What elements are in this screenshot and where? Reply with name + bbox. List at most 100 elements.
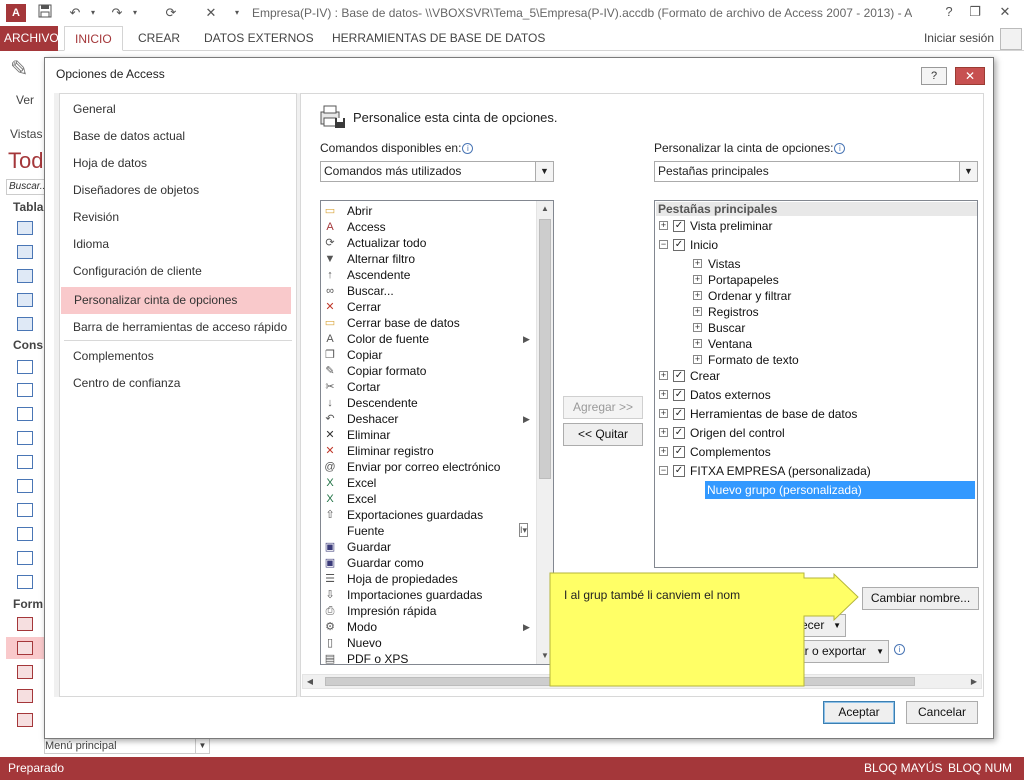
info-icon[interactable]: i — [834, 143, 846, 154]
nav-section-tables[interactable]: Tabla — [13, 200, 43, 214]
command-item[interactable]: A Color de fuente ▶ — [321, 331, 537, 347]
query-icon[interactable] — [17, 575, 33, 589]
nav-section-queries[interactable]: Cons — [13, 338, 43, 352]
query-icon[interactable] — [17, 360, 33, 374]
close-doc-icon[interactable]: ✕ — [202, 4, 220, 22]
restore-icon[interactable]: ❐ — [960, 2, 990, 22]
help-button[interactable]: ? — [921, 67, 947, 85]
user-avatar[interactable] — [1000, 28, 1022, 50]
expand-icon[interactable]: + — [693, 291, 702, 300]
import-export-dropdown[interactable]: ar o exportar ▼ — [793, 640, 889, 663]
command-item[interactable]: ⟳ Actualizar todo — [321, 235, 537, 251]
tab-checkbox[interactable]: ✓ — [673, 446, 685, 458]
info-icon[interactable]: i — [462, 143, 474, 154]
command-item[interactable]: @ Enviar por correo electrónico — [321, 459, 537, 475]
command-item[interactable]: X Excel — [321, 491, 537, 507]
info-icon[interactable]: i — [893, 642, 905, 656]
chevron-down-icon[interactable]: ▼ — [959, 162, 977, 181]
expand-icon[interactable]: + — [659, 447, 668, 456]
form-icon[interactable] — [17, 641, 33, 655]
scroll-down-icon[interactable]: ▼ — [537, 648, 553, 664]
tab-archivo[interactable]: ARCHIVO — [0, 26, 59, 51]
tab-datos-externos[interactable]: DATOS EXTERNOS — [194, 26, 324, 51]
tab-checkbox[interactable]: ✓ — [673, 408, 685, 420]
signin-link[interactable]: Iniciar sesión — [924, 26, 994, 50]
command-item[interactable]: ⚙ Modo ▶ — [321, 619, 537, 635]
expand-icon[interactable]: + — [659, 409, 668, 418]
nav-disenadores[interactable]: Diseñadores de objetos — [60, 177, 296, 204]
expand-icon[interactable]: + — [693, 339, 702, 348]
undo-icon[interactable]: ↶ — [66, 4, 84, 22]
close-app-icon[interactable]: ✕ — [990, 2, 1020, 22]
tab-checkbox[interactable]: ✓ — [673, 427, 685, 439]
tab-checkbox[interactable]: ✓ — [673, 370, 685, 382]
command-item[interactable]: ↑ Ascendente — [321, 267, 537, 283]
tree-node-selected[interactable]: Nuevo grupo (personalizada) — [705, 481, 975, 499]
collapse-icon[interactable]: − — [659, 240, 668, 249]
form-icon[interactable] — [17, 713, 33, 727]
commands-scrollbar[interactable]: ▲ ▼ — [536, 201, 553, 664]
add-button[interactable]: Agregar >> — [563, 396, 643, 419]
expand-icon[interactable]: + — [659, 221, 668, 230]
expand-icon[interactable]: + — [659, 390, 668, 399]
command-item[interactable]: ✕ Eliminar registro — [321, 443, 537, 459]
tab-checkbox[interactable]: ✓ — [673, 389, 685, 401]
expand-icon[interactable]: + — [693, 307, 702, 316]
access-logo-icon[interactable]: A — [6, 4, 26, 22]
command-item[interactable]: ✕ Cerrar — [321, 299, 537, 315]
scroll-thumb[interactable] — [539, 219, 551, 479]
scroll-right-icon[interactable]: ▶ — [967, 675, 981, 688]
command-item[interactable]: ✂ Cortar — [321, 379, 537, 395]
query-icon[interactable] — [17, 455, 33, 469]
redo-dropdown-icon[interactable]: ▾ — [126, 4, 144, 22]
command-item[interactable]: ▯ Nuevo — [321, 635, 537, 651]
nav-complementos[interactable]: Complementos — [60, 343, 296, 370]
tab-crear[interactable]: CREAR — [128, 26, 190, 51]
query-icon[interactable] — [17, 527, 33, 541]
command-item[interactable]: ↶ Deshacer ▶ — [321, 411, 537, 427]
query-icon[interactable] — [17, 383, 33, 397]
nav-section-forms[interactable]: Form — [13, 597, 43, 611]
tab-checkbox[interactable]: ✓ — [673, 239, 685, 251]
ver-label[interactable]: Ver — [16, 93, 34, 107]
cancel-button[interactable]: Cancelar — [906, 701, 978, 724]
table-icon[interactable] — [17, 293, 33, 307]
command-item[interactable]: ▤ PDF o XPS — [321, 651, 537, 664]
form-icon[interactable] — [17, 689, 33, 703]
view-icon[interactable]: ✎ — [10, 56, 38, 88]
expand-icon[interactable]: + — [693, 259, 702, 268]
expand-icon[interactable]: + — [693, 275, 702, 284]
command-item[interactable]: ✎ Copiar formato — [321, 363, 537, 379]
query-icon[interactable] — [17, 407, 33, 421]
menu-principal-combo[interactable]: Menú principal ▼ — [44, 738, 210, 754]
command-item[interactable]: ▣ Guardar como — [321, 555, 537, 571]
rename-button[interactable]: Cambiar nombre... — [862, 587, 979, 610]
save-icon[interactable] — [36, 4, 54, 22]
command-item[interactable]: ✕ Eliminar — [321, 427, 537, 443]
nav-hoja-datos[interactable]: Hoja de datos — [60, 150, 296, 177]
ribbon-tabs-select[interactable]: Pestañas principales ▼ — [654, 161, 978, 182]
table-icon[interactable] — [17, 245, 33, 259]
nav-general[interactable]: General — [60, 96, 296, 123]
expand-icon[interactable]: + — [693, 323, 702, 332]
tab-checkbox[interactable]: ✓ — [673, 220, 685, 232]
nav-configuracion-cliente[interactable]: Configuración de cliente — [60, 258, 296, 285]
command-item[interactable]: ∞ Buscar... — [321, 283, 537, 299]
query-icon[interactable] — [17, 503, 33, 517]
nav-pane-title[interactable]: Tod — [8, 148, 43, 174]
nav-revision[interactable]: Revisión — [60, 204, 296, 231]
nav-idioma[interactable]: Idioma — [60, 231, 296, 258]
chevron-down-icon[interactable]: ▼ — [195, 739, 209, 753]
command-item[interactable]: ⇧ Exportaciones guardadas — [321, 507, 537, 523]
query-icon[interactable] — [17, 551, 33, 565]
ok-button[interactable]: Aceptar — [823, 701, 895, 724]
refresh-icon[interactable]: ⟳ — [162, 4, 180, 22]
pane-horizontal-scrollbar[interactable]: ◀ ▶ — [302, 674, 982, 689]
nav-barra-acceso-rapido[interactable]: Barra de herramientas de acceso rápido — [60, 314, 296, 341]
command-item[interactable]: ▭ Abrir — [321, 203, 537, 219]
query-icon[interactable] — [17, 431, 33, 445]
command-item[interactable]: Fuente I▾ — [321, 523, 537, 539]
scroll-left-icon[interactable]: ◀ — [303, 675, 317, 688]
nav-base-datos-actual[interactable]: Base de datos actual — [60, 123, 296, 150]
command-item[interactable]: ☰ Hoja de propiedades — [321, 571, 537, 587]
